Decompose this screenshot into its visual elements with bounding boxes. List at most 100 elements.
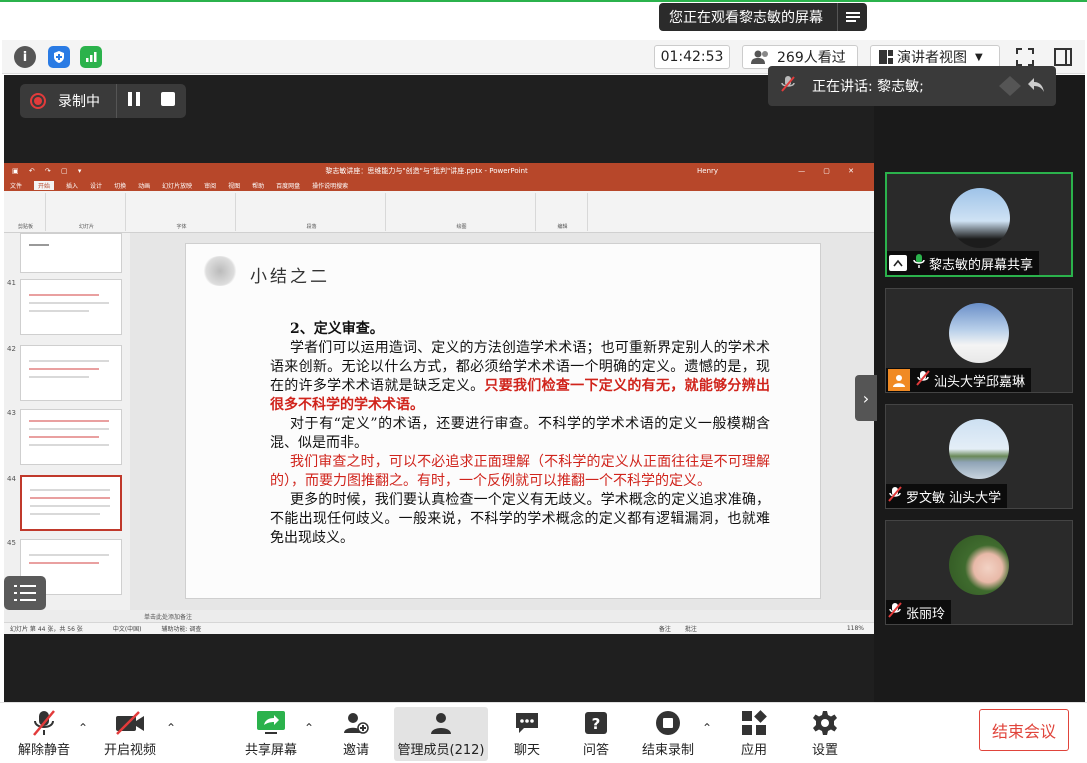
chevron-right-icon[interactable]: › (855, 375, 877, 421)
notes-placeholder: 单击此处添加备注 (144, 613, 193, 621)
diamond-icon[interactable] (998, 75, 1022, 97)
ribbon-font[interactable]: 字体 (128, 193, 236, 231)
start-video-button[interactable]: 开启视频 (102, 707, 158, 761)
notes-pane[interactable]: 单击此处添加备注 (4, 610, 874, 622)
window-top-border (0, 0, 1087, 2)
stop-recording-button[interactable]: 结束录制 (640, 707, 696, 761)
slide-thumb-42[interactable] (20, 345, 122, 401)
status-notes-button[interactable]: 备注 (659, 624, 671, 633)
participant-tile[interactable]: 罗文敏 汕头大学 (885, 404, 1073, 509)
stop-record-icon (655, 707, 681, 739)
members-label: 管理成员(212) (397, 743, 485, 758)
status-slide-count: 幻灯片 第 44 张，共 56 张 (10, 626, 83, 633)
participant-tile[interactable]: 黎志敏的屏幕共享 (885, 172, 1073, 277)
tab-search[interactable]: 操作说明搜索 (312, 181, 348, 190)
participant-nameplate: 汕头大学邱嘉琳 (886, 368, 1032, 392)
tab-file[interactable]: 文件 (10, 181, 22, 190)
ppt-tabs: 文件 开始 插入 设计 切换 动画 幻灯片放映 审阅 视图 帮助 百度网盘 操作… (4, 179, 874, 191)
slide-paragraph-3: 我们审查之时，可以不必追求正面理解（不科学的定义从正面往往是不可理解的），而要力… (270, 454, 770, 489)
ribbon-editing[interactable]: 编辑 (538, 193, 588, 231)
window-controls[interactable]: — ▢ ✕ (798, 167, 862, 175)
tab-help[interactable]: 帮助 (252, 181, 264, 190)
ribbon-slides[interactable]: 幻灯片 (48, 193, 126, 231)
tab-review[interactable]: 审阅 (204, 181, 216, 190)
thumb-number: 45 (7, 539, 16, 547)
ppt-title: 黎志敏讲座：思维能力与"创造"与"批判"讲座.pptx - PowerPoint (325, 167, 528, 175)
tab-home[interactable]: 开始 (34, 180, 55, 190)
slide-thumb-40[interactable] (20, 233, 122, 273)
slide-title: 小结之二 (250, 267, 330, 287)
chevron-up-icon[interactable]: ⌃ (304, 721, 314, 735)
settings-button[interactable]: 设置 (810, 707, 840, 761)
apps-icon (741, 707, 767, 739)
participant-name: 黎志敏的屏幕共享 (929, 257, 1034, 273)
stop-icon[interactable] (161, 92, 175, 110)
chevron-up-icon[interactable]: ⌃ (702, 721, 712, 735)
slide-thumb-44-selected[interactable] (20, 475, 122, 531)
video-off-icon (115, 707, 145, 739)
status-comments-button[interactable]: 批注 (685, 624, 697, 633)
slide-thumb-43[interactable] (20, 409, 122, 465)
mic-muted-icon (888, 486, 902, 506)
qa-button[interactable]: ? 问答 (581, 707, 611, 761)
shield-icon[interactable] (48, 46, 70, 68)
speaking-text: 正在讲话: 黎志敏; (812, 79, 924, 95)
svg-text:?: ? (592, 715, 601, 733)
avatar (949, 419, 1009, 479)
manage-members-button[interactable]: 管理成员(212) (394, 707, 488, 761)
quick-access-icons[interactable]: ▣ ↶ ↷ ▢ ▾ (12, 167, 85, 175)
apps-label: 应用 (740, 743, 767, 758)
participant-tile[interactable]: 汕头大学邱嘉琳 (885, 288, 1073, 393)
chat-button[interactable]: 聊天 (510, 707, 544, 761)
signal-icon[interactable] (80, 46, 102, 68)
status-accessibility: 辅助功能: 调查 (161, 626, 202, 633)
tab-view[interactable]: 视图 (228, 181, 240, 190)
participant-tile[interactable]: 张丽玲 (885, 520, 1073, 625)
reply-icon[interactable] (1026, 75, 1046, 95)
tab-transitions[interactable]: 切换 (114, 181, 126, 190)
share-screen-icon (256, 707, 286, 739)
ribbon-clipboard[interactable]: 剪贴板 (6, 193, 46, 231)
sidebar-toggle-icon[interactable] (1052, 46, 1074, 68)
powerpoint-window: ▣ ↶ ↷ ▢ ▾ 黎志敏讲座：思维能力与"创造"与"批判"讲座.pptx - … (4, 163, 874, 634)
avatar (950, 188, 1010, 248)
ribbon-paragraph[interactable]: 段落 (238, 193, 386, 231)
question-icon: ? (584, 707, 608, 739)
menu-list-icon[interactable] (4, 576, 46, 610)
chat-label: 聊天 (513, 743, 540, 758)
meeting-timer: 01:42:53 (654, 45, 730, 69)
gear-icon (812, 707, 838, 739)
chevron-up-icon[interactable]: ⌃ (166, 721, 176, 735)
tab-insert[interactable]: 插入 (66, 181, 78, 190)
tab-design[interactable]: 设计 (90, 181, 102, 190)
unmute-label: 解除静音 (17, 743, 70, 758)
status-language: 中文(中国) (112, 626, 142, 633)
slide-paragraph-1: 学者们可以运用造词、定义的方法创造学术术语；也可重新界定别人的学术术语来创新。无… (270, 339, 770, 415)
slide-heading: 2、定义审查。 (290, 321, 384, 337)
bottom-toolbar: 解除静音 ⌃ 开启视频 ⌃ 共享屏幕 ⌃ 邀请 管理成员(212) 聊天 ? 问… (0, 702, 1087, 763)
info-icon[interactable]: i (14, 46, 36, 68)
unmute-button[interactable]: 解除静音 (16, 707, 72, 761)
slide-thumb-41[interactable] (20, 279, 122, 335)
share-screen-button[interactable]: 共享屏幕 (242, 707, 300, 761)
mic-muted-icon (916, 370, 930, 390)
apps-button[interactable]: 应用 (738, 707, 770, 761)
tab-slideshow[interactable]: 幻灯片放映 (162, 181, 192, 190)
participant-name: 汕头大学邱嘉琳 (934, 374, 1026, 390)
pause-icon[interactable] (127, 91, 141, 111)
chat-icon (514, 707, 540, 739)
ribbon-drawing[interactable]: 绘图 (388, 193, 536, 231)
mic-on-icon (913, 253, 925, 273)
chevron-up-icon[interactable]: ⌃ (78, 721, 88, 735)
chevron-down-icon: ▼ (975, 51, 983, 63)
tab-animations[interactable]: 动画 (138, 181, 150, 190)
person-icon (888, 369, 910, 391)
flower-icon (202, 256, 238, 286)
list-icon[interactable] (837, 3, 867, 31)
end-meeting-button[interactable]: 结束会议 (979, 709, 1069, 751)
fullscreen-icon[interactable] (1014, 46, 1036, 68)
invite-button[interactable]: 邀请 (338, 707, 374, 761)
add-user-icon (343, 707, 369, 739)
tab-baidu[interactable]: 百度网盘 (276, 181, 300, 190)
zoom-level[interactable]: 118% (847, 625, 864, 632)
